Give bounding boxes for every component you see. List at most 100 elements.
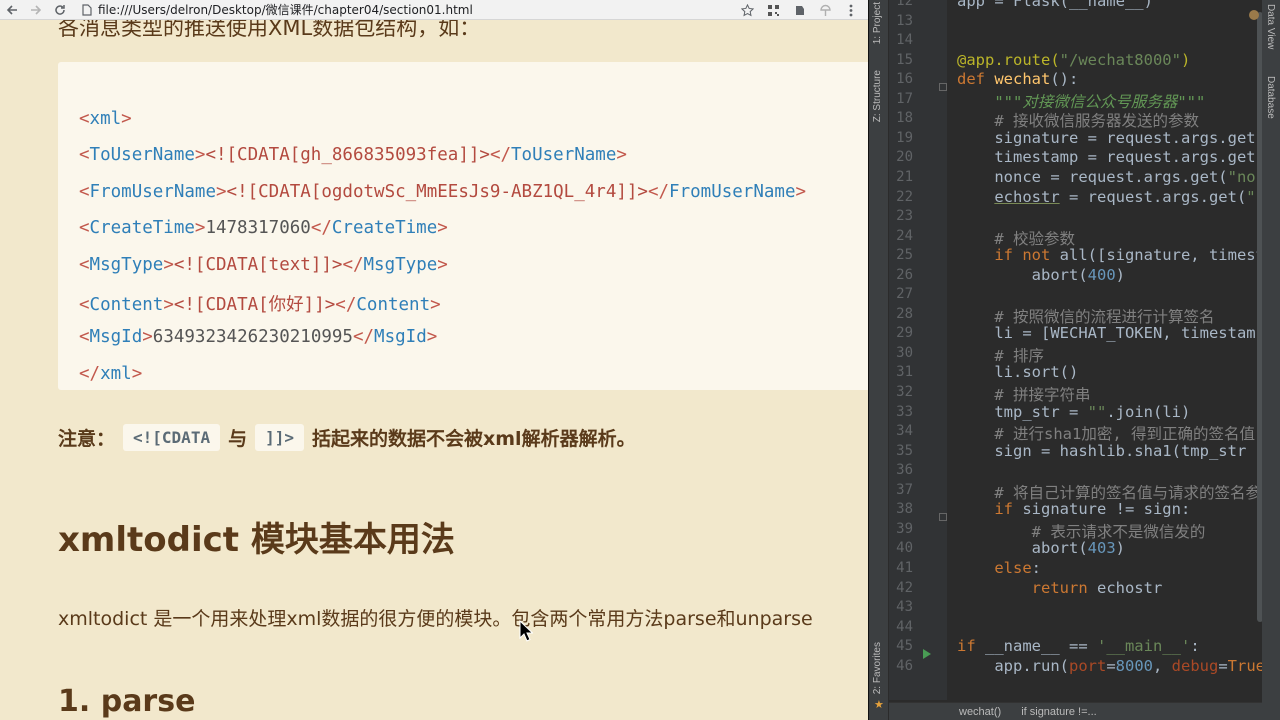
xml-code-line: <FromUserName><![CDATA[ogdotwSc_MmEEsJs9… [79,182,806,202]
xml-token: > [437,254,448,275]
forward-arrow-icon[interactable] [24,0,48,20]
line-number: 46 [896,657,913,674]
code-token: @app.route( [957,50,1060,69]
code-token: """对接微信公众号服务器""" [994,92,1206,111]
line-number: 30 [896,344,913,361]
xml-token: > [426,327,438,348]
line-number: 23 [896,208,913,225]
breadcrumb-function[interactable]: wechat() [959,706,1001,718]
toolbar-extensions [736,0,862,20]
xml-token: <![CDATA[ogdotwSc_MmEEsJs9-ABZ1QL_4r4]]> [226,181,648,202]
tool-tab-favorites[interactable]: 2: Favorites [872,642,883,694]
code-token: if not [994,246,1060,265]
tool-tab-structure[interactable]: Z: Structure [872,70,883,122]
line-number: 18 [896,110,913,127]
line-number: 35 [896,442,913,459]
run-arrow-icon[interactable] [923,649,931,659]
xml-code-block: <xml> <ToUserName><![CDATA[gh_866835093fe… [58,62,868,390]
code-token: = [1218,656,1228,675]
note-mid: 与 [228,428,248,450]
code-editor[interactable]: app = Flask(__name__) @app.route("/wechat… [947,0,1263,700]
page-content: 各消息类型的推送使用XML数据包结构，如： <xml> <ToUserName><… [0,20,868,720]
code-token: timestamp = request.args.get( [957,148,1263,167]
code-token: 400 [1087,265,1116,284]
code-token: , [1152,656,1172,675]
xml-code-line: <xml> [79,109,132,129]
line-number: 13 [896,12,913,29]
note-prefix: 注意： [58,428,116,450]
line-number-gutter: 12 13 14 15 16 17 18 19 20 21 22 23 24 25 26 27 28 29 30 31… [889,0,947,700]
fold-icon[interactable] [939,513,947,521]
xml-code-line: <ToUserName><![CDATA[gh_866835093fea]]><… [79,145,627,165]
tool-tab-data-view[interactable]: Data View [1265,4,1276,49]
code-token: abort( [957,265,1088,284]
code-token: port [1068,656,1107,675]
code-token: signature = request.args.get( [957,128,1263,147]
xml-token: > [437,218,448,239]
code-line: tmp_str = "".join(li) [957,403,1190,421]
xml-token: Content [356,295,431,315]
evernote-icon[interactable] [788,0,810,20]
code-line: if __name__ == '__main__': [957,637,1200,655]
code-token: # 将自己计算的签名值与请求的签名参数 [994,483,1263,502]
code-token: app.run( [957,656,1069,675]
qr-code-icon[interactable] [762,0,784,20]
line-number: 38 [896,501,913,518]
xml-token: xml [100,363,132,384]
code-token: all([signature, timestamp [1059,246,1263,265]
xml-token: </ [310,218,332,239]
code-line: li.sort() [957,363,1078,381]
inline-code-cdata-open: <![CDATA [123,424,221,451]
xml-token: MsgType [89,254,164,275]
reload-icon[interactable] [48,0,72,20]
back-arrow-icon[interactable] [0,0,24,20]
xml-token: FromUserName [89,181,216,202]
extension-icon[interactable] [814,0,836,20]
line-number: 39 [896,520,913,537]
xml-token: 6349323426230210995 [152,327,353,348]
section-heading: xmltodict 模块基本用法 [58,520,455,560]
tool-tab-database[interactable]: Database [1265,76,1276,119]
address-bar[interactable]: file:///Users/delron/Desktop/微信课件/chapte… [98,1,473,18]
xml-token: > [142,327,153,348]
fold-icon[interactable] [939,83,947,91]
code-line: app.run(port=8000, debug=True) [957,657,1263,675]
menu-icon[interactable] [840,0,862,20]
xml-token: CreateTime [89,218,195,239]
editor-breadcrumb: wechat() if signature !=... [889,702,1263,720]
line-number: 34 [896,423,913,440]
code-token: = request.args.get( [1059,187,1247,206]
xml-token: < [79,145,90,166]
code-token: li = [WECHAT_TOKEN, timestamp [957,324,1263,343]
section-paragraph: xmltodict 是一个用来处理xml数据的很方便的模块。包含两个常用方法pa… [58,608,813,630]
code-token: # 进行sha1加密, 得到正确的签名值 [994,425,1255,444]
tool-tab-project[interactable]: 1: Project [872,2,883,44]
line-number: 17 [896,90,913,107]
xml-token: <![CDATA[text]]> [173,254,343,275]
code-line: if signature != sign: [957,500,1190,518]
xml-token: CreateTime [331,218,438,239]
line-number: 27 [896,286,913,303]
breadcrumb-statement[interactable]: if signature !=... [1021,706,1097,718]
warning-indicator-icon [1249,10,1259,20]
xml-code-line: <MsgId>6349323426230210995</MsgId> [79,327,437,347]
code-token: '__main__' [1096,637,1191,656]
line-number: 20 [896,149,913,166]
code-token: wechat [994,70,1051,89]
xml-token: < [79,327,90,348]
code-token: "/wechat8000" [1059,50,1181,69]
code-line: sign = hashlib.sha1(tmp_str [957,442,1246,460]
line-number: 16 [896,71,913,88]
code-token: 8000 [1115,656,1153,675]
ide-window: 1: Project Z: Structure 2: Favorites ★ 1… [868,0,1280,720]
xml-token: > [795,181,807,202]
xml-token: </ [79,363,101,384]
ide-right-tool-strip: Data View Database [1262,0,1280,720]
star-icon[interactable] [736,0,758,20]
